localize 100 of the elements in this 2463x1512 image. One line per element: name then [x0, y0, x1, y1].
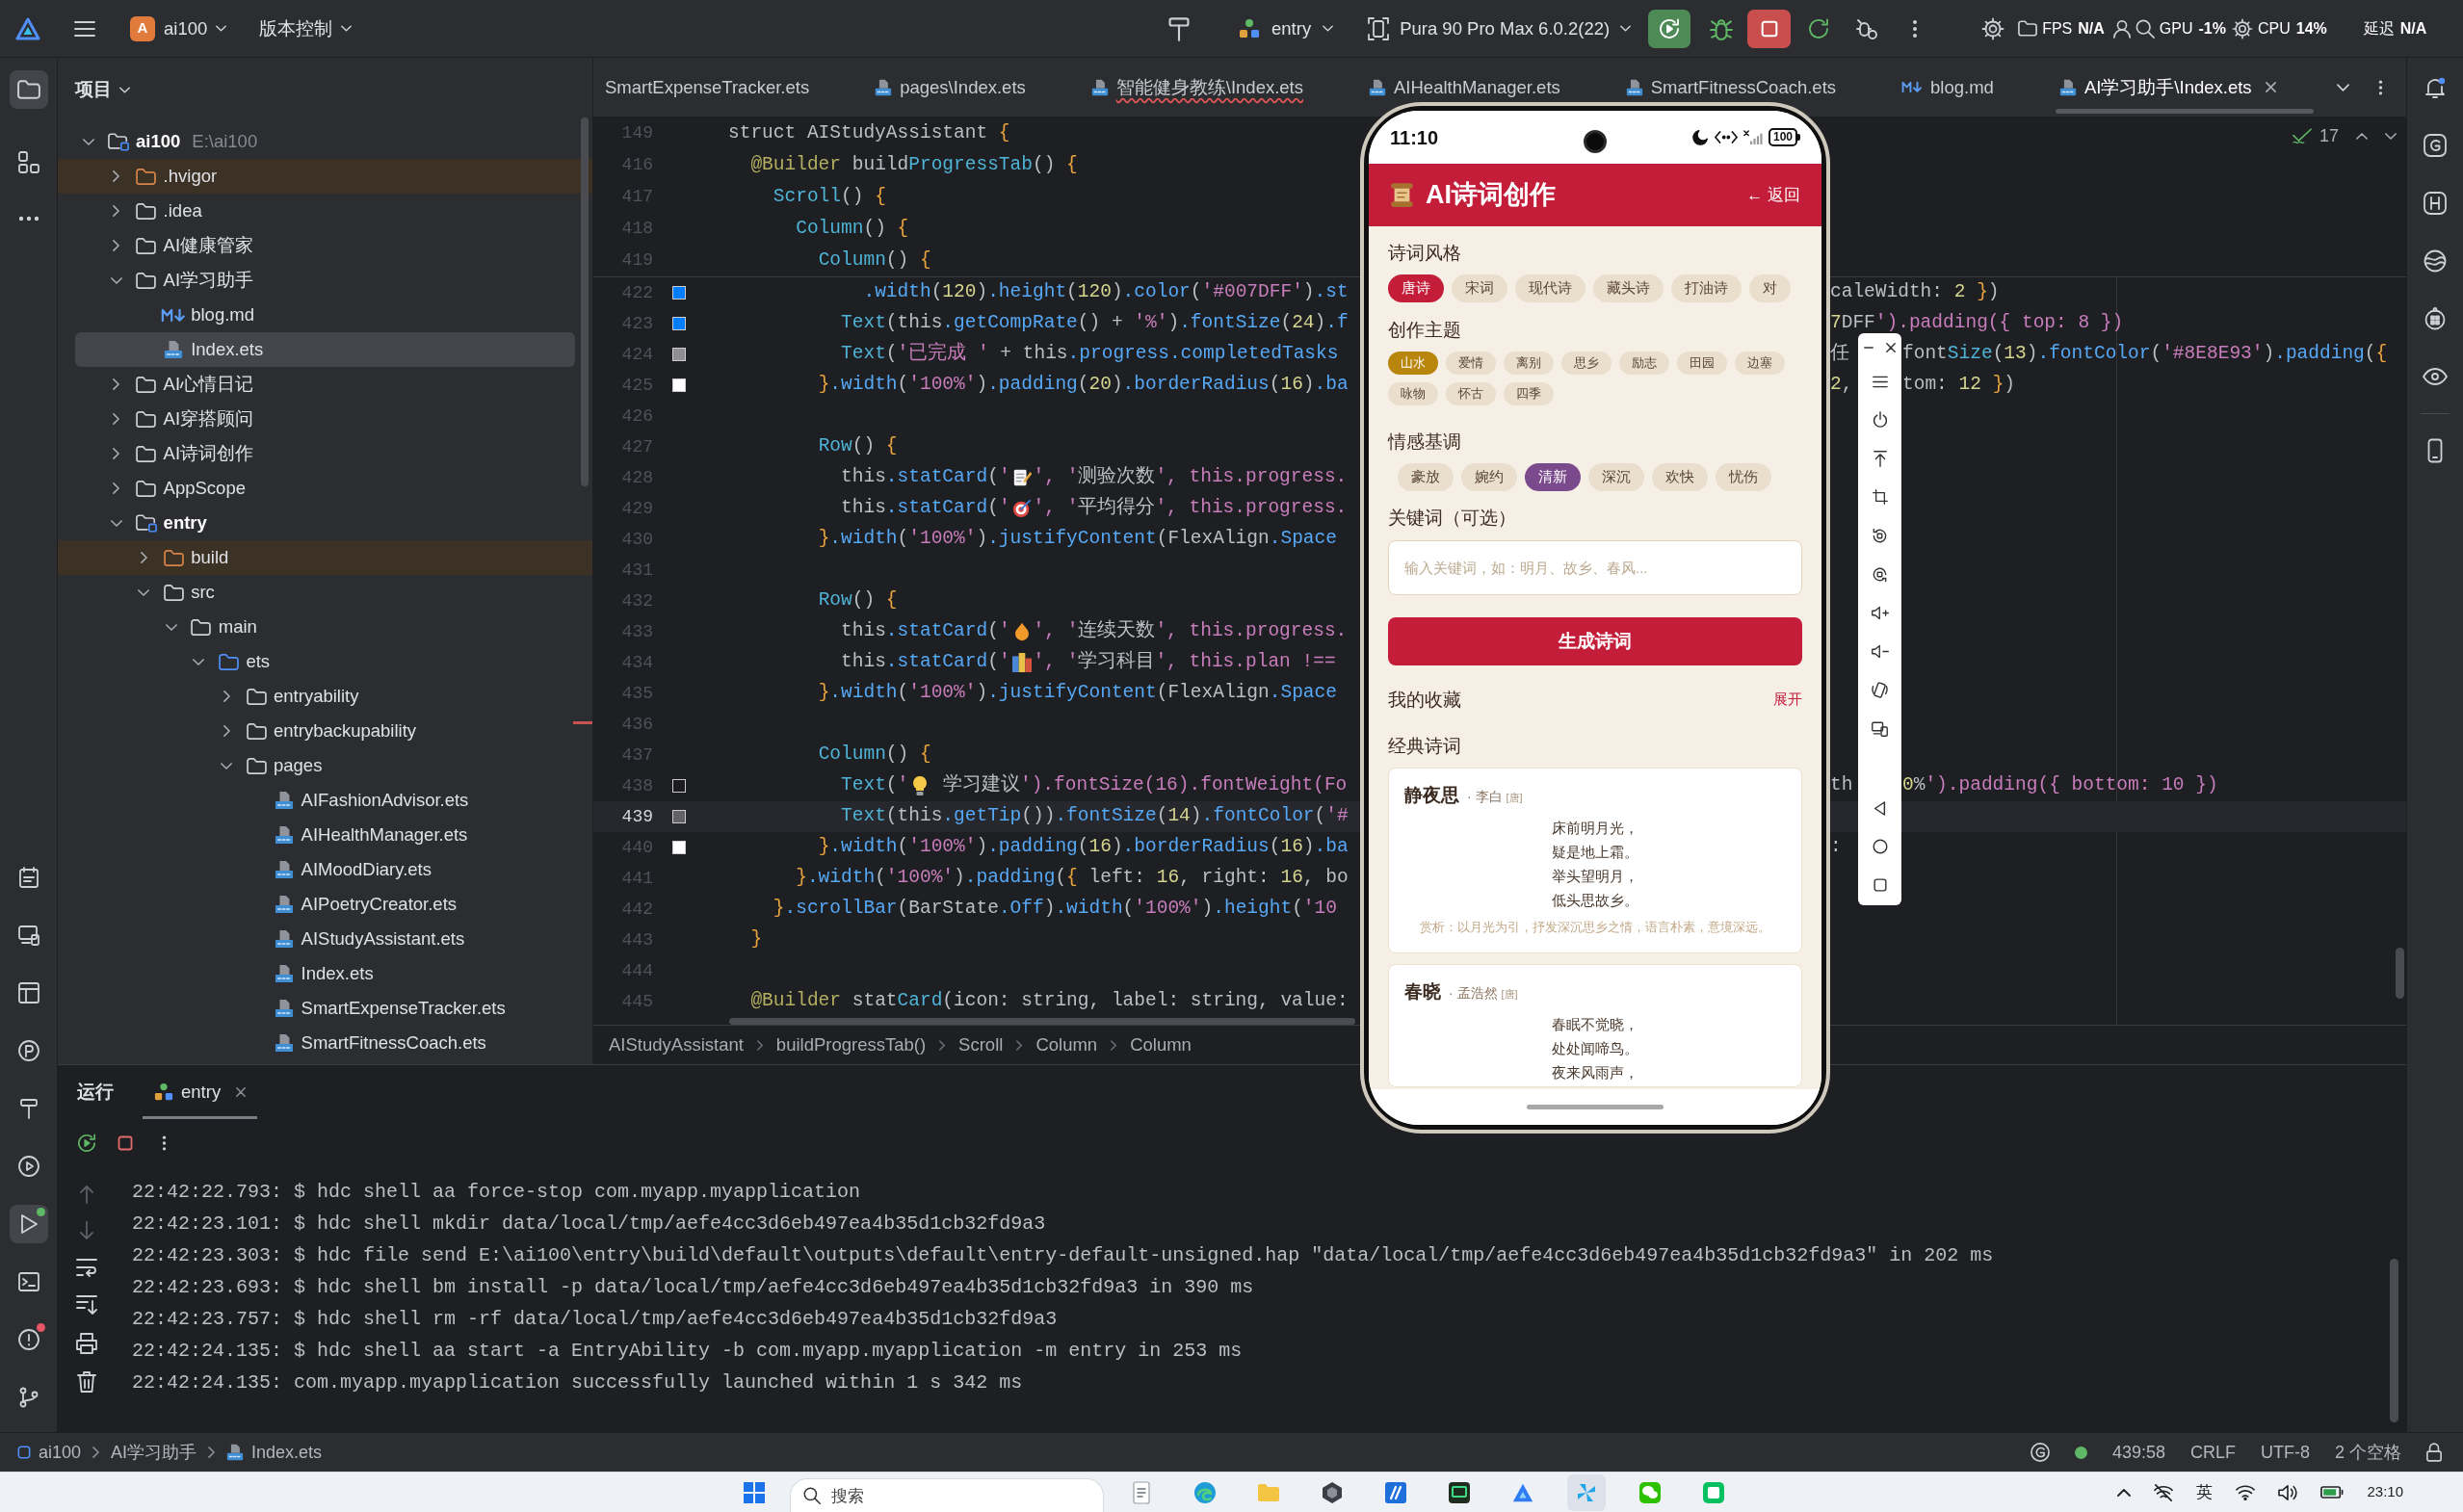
editor-tab[interactable]: SmartFitnessCoach.ets: [1613, 71, 1848, 103]
editor-tab[interactable]: 智能健身教练\Index.ets: [1079, 71, 1315, 103]
rerun-button[interactable]: [1648, 9, 1691, 48]
rotate-right-icon[interactable]: [1872, 565, 1888, 583]
input-method-indicator[interactable]: 英: [2196, 1479, 2214, 1505]
breadcrumb-item[interactable]: Column: [1130, 1031, 1192, 1058]
arrow-down-icon[interactable]: [79, 1221, 94, 1240]
chevron-right-icon[interactable]: [113, 448, 120, 459]
tree-item[interactable]: build: [58, 540, 592, 575]
tree-item[interactable]: AIStudyAssistant.ets: [58, 922, 592, 956]
option-chip[interactable]: 离别: [1504, 352, 1554, 375]
tree-item[interactable]: SmartFitnessCoach.ets: [58, 1026, 592, 1060]
arrow-up-to-line-icon[interactable]: [1873, 450, 1887, 467]
more-icon[interactable]: [162, 1134, 167, 1152]
crop-icon[interactable]: [1872, 489, 1888, 505]
tree-item[interactable]: src: [58, 575, 592, 610]
robot-icon[interactable]: [2424, 307, 2447, 330]
more-icon[interactable]: [2378, 78, 2383, 96]
scrollbar-thumb[interactable]: [2396, 948, 2404, 999]
panel-title[interactable]: 项目: [75, 76, 130, 103]
settings-icon[interactable]: [1981, 16, 2005, 40]
chevron-down-icon[interactable]: [2337, 83, 2349, 91]
print-icon[interactable]: [76, 1333, 97, 1354]
expand-link[interactable]: 展开: [1773, 689, 1802, 711]
tree-item[interactable]: AI学习助手: [58, 263, 592, 298]
chevron-down-icon[interactable]: [138, 588, 150, 596]
globe-icon[interactable]: [2424, 249, 2447, 273]
option-chip[interactable]: 唐诗: [1388, 274, 1444, 302]
tree-item[interactable]: Index.ets: [75, 332, 575, 367]
rerun-icon[interactable]: [77, 1134, 96, 1153]
editor-tab[interactable]: blog.md: [1890, 71, 2005, 103]
bug-icon[interactable]: [1710, 16, 1734, 40]
chevron-down-icon[interactable]: [110, 519, 122, 527]
keyword-field[interactable]: 输入关键词，如：明月、故乡、春风...: [1388, 540, 1802, 595]
caret-position[interactable]: 439:58: [2111, 1439, 2165, 1466]
chevron-up-icon[interactable]: [2117, 1488, 2132, 1497]
tree-item[interactable]: AI心情日记: [58, 367, 592, 402]
option-chip[interactable]: 欢快: [1652, 463, 1708, 491]
option-chip[interactable]: 怀古: [1446, 382, 1496, 405]
search-field[interactable]: 搜索: [790, 1478, 1104, 1512]
lock-icon[interactable]: [2426, 1443, 2442, 1462]
option-chip[interactable]: 忧伤: [1716, 463, 1771, 491]
tree-item[interactable]: entry: [58, 506, 592, 540]
tool-window-button[interactable]: [9, 70, 48, 109]
tree-item[interactable]: AIFashionAdvisor.ets: [58, 783, 592, 818]
tree-item[interactable]: entrybackupability: [58, 714, 592, 748]
tree-item[interactable]: entryability: [58, 679, 592, 714]
scrollbar-thumb[interactable]: [2390, 1259, 2398, 1422]
volume-up-icon[interactable]: [1871, 605, 1889, 620]
tree-item[interactable]: AppScope: [58, 471, 592, 506]
tree-item[interactable]: Index.ets: [58, 956, 592, 991]
chevron-down-icon[interactable]: [110, 276, 122, 284]
option-chip[interactable]: 边塞: [1735, 352, 1785, 375]
menu-icon[interactable]: [1872, 375, 1888, 388]
vcs-menu[interactable]: 版本控制: [255, 9, 356, 48]
option-chip[interactable]: 爱情: [1446, 352, 1496, 375]
scroll-to-end-icon[interactable]: [76, 1294, 97, 1316]
tree-item[interactable]: AIPoetryCreator.ets: [58, 887, 592, 922]
recents-icon[interactable]: [1873, 878, 1887, 892]
speaker-icon[interactable]: [2278, 1483, 2298, 1501]
battery-icon[interactable]: [2320, 1486, 2345, 1499]
breadcrumb-item[interactable]: AIStudyAssistant: [609, 1031, 744, 1058]
option-chip[interactable]: 婉约: [1461, 463, 1517, 491]
option-chip[interactable]: 励志: [1619, 352, 1669, 375]
tree-item[interactable]: SmartExpenseTracker.ets: [58, 991, 592, 1026]
option-chip[interactable]: 思乡: [1561, 352, 1611, 375]
chevron-right-icon[interactable]: [113, 378, 120, 390]
tree-item[interactable]: .hvigor: [58, 159, 592, 194]
poem-card[interactable]: 静夜思 · 李白 [唐] 床前明月光， 疑是地上霜。 举头望明月， 低头思故乡。 赏析：以月光为引，抒发深沉思乡之情，语言朴素，意境深远。: [1388, 768, 1802, 953]
g-circle-icon[interactable]: [2030, 1443, 2050, 1462]
path-segment[interactable]: Index.ets: [226, 1439, 323, 1466]
settings-icon[interactable]: [2231, 17, 2253, 39]
editor-tab[interactable]: SmartExpenseTracker.ets: [593, 71, 822, 103]
tree-item[interactable]: AI穿搭顾问: [58, 402, 592, 436]
option-chip[interactable]: 深沉: [1588, 463, 1644, 491]
close-icon[interactable]: [236, 1087, 247, 1097]
app-logo-icon[interactable]: [15, 16, 40, 40]
wifi-icon[interactable]: [2236, 1484, 2256, 1500]
chevron-right-icon[interactable]: [113, 205, 120, 217]
hammer-icon[interactable]: [1167, 15, 1191, 41]
tree-item[interactable]: .idea: [58, 194, 592, 228]
option-chip[interactable]: 田园: [1677, 352, 1727, 375]
chevron-down-icon[interactable]: [165, 623, 177, 631]
chevron-down-icon[interactable]: [221, 762, 232, 769]
tree-item[interactable]: AIHealthManager.ets: [58, 818, 592, 852]
tree-item[interactable]: pages: [58, 748, 592, 783]
chevron-right-icon[interactable]: [223, 691, 230, 702]
tree-item[interactable]: ets: [58, 644, 592, 679]
tree-item[interactable]: ai100 E:\ai100: [58, 124, 592, 159]
option-chip[interactable]: 对: [1749, 274, 1791, 302]
breadcrumb-item[interactable]: buildProgressTab(): [775, 1031, 927, 1058]
close-icon[interactable]: [2265, 82, 2276, 92]
refresh-icon[interactable]: [1808, 17, 1830, 39]
back-button[interactable]: ← 返回: [1746, 182, 1800, 208]
debug-settings-icon[interactable]: [1856, 17, 1878, 39]
person-icon[interactable]: [2111, 18, 2132, 39]
chevron-up-icon[interactable]: [2356, 132, 2368, 140]
stop-icon[interactable]: [118, 1135, 133, 1151]
breadcrumb-item[interactable]: Scroll: [958, 1031, 1004, 1058]
network-off-icon[interactable]: [2154, 1482, 2174, 1502]
